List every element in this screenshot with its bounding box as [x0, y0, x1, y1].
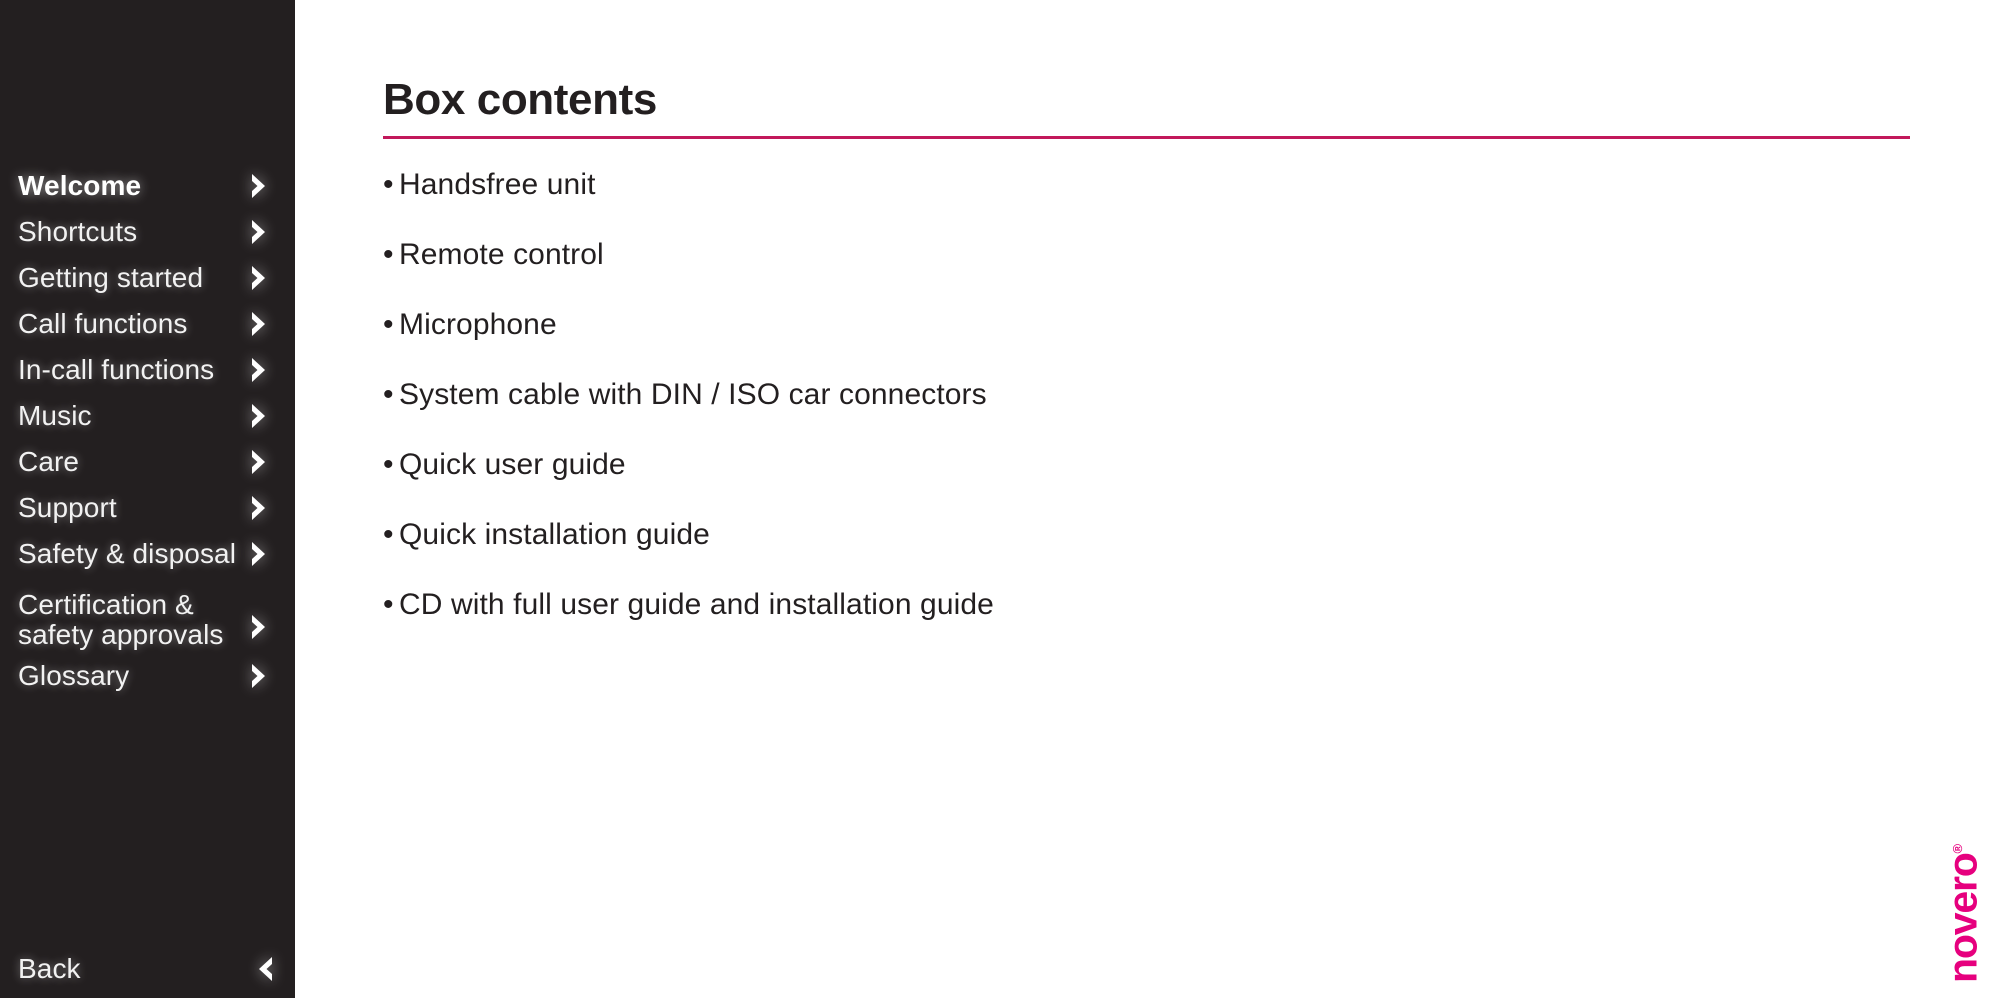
list-item-label: Quick user guide: [399, 448, 626, 481]
bullet-icon: •: [383, 168, 394, 201]
chevron-left-icon: [259, 957, 272, 981]
novero-logo: novero®: [1939, 832, 1986, 996]
chevron-right-icon: [252, 496, 265, 520]
sidebar-item-label: Shortcuts: [18, 215, 138, 247]
sidebar-item-music[interactable]: Music: [0, 393, 295, 439]
chevron-right-icon: [252, 664, 265, 688]
sidebar-item-label: Support: [18, 491, 117, 523]
sidebar-item-support[interactable]: Support: [0, 485, 295, 531]
sidebar-item-back[interactable]: Back: [0, 946, 295, 992]
sidebar-item-label: Getting started: [18, 261, 204, 293]
document-page: Welcome Shortcuts Getting started Call func…: [0, 0, 1990, 1004]
list-item-label: CD with full user guide and installation…: [399, 588, 994, 621]
chevron-right-icon: [252, 312, 265, 336]
sidebar-item-glossary[interactable]: Glossary: [0, 653, 295, 699]
chevron-right-icon: [252, 615, 265, 639]
sidebar-item-safety-disposal[interactable]: Safety & disposal: [0, 531, 295, 577]
sidebar-item-care[interactable]: Care: [0, 439, 295, 485]
chevron-right-icon: [252, 542, 265, 566]
bullet-icon: •: [383, 518, 394, 551]
chevron-right-icon: [252, 450, 265, 474]
chevron-right-icon: [252, 266, 265, 290]
sidebar-menu: Welcome Shortcuts Getting started Call func…: [0, 163, 295, 699]
chevron-right-icon: [252, 404, 265, 428]
sidebar-item-label: In-call functions: [18, 353, 215, 385]
sidebar-item-label: Call functions: [18, 307, 188, 339]
sidebar-item-welcome[interactable]: Welcome: [0, 163, 295, 209]
sidebar-item-label: Care: [18, 445, 80, 477]
sidebar-item-getting-started[interactable]: Getting started: [0, 255, 295, 301]
list-item-label: Microphone: [399, 308, 557, 341]
list-item: • Remote control: [383, 240, 1883, 270]
bullet-icon: •: [383, 378, 394, 411]
bullet-icon: •: [383, 238, 394, 271]
list-item: • CD with full user guide and installatio…: [383, 590, 1883, 620]
sidebar-navigation: Welcome Shortcuts Getting started Call func…: [0, 0, 295, 998]
chevron-right-icon: [252, 358, 265, 382]
sidebar-item-label: Certification & safety approvals: [18, 588, 224, 650]
bullet-icon: •: [383, 448, 394, 481]
novero-logo-text: novero®: [1939, 845, 1986, 983]
sidebar-item-call-functions[interactable]: Call functions: [0, 301, 295, 347]
list-item: • Quick user guide: [383, 450, 1883, 480]
list-item: • Handsfree unit: [383, 170, 1883, 200]
list-item-label: Quick installation guide: [399, 518, 710, 551]
sidebar-item-label: Safety & disposal: [18, 537, 237, 569]
content-area: Box contents • Handsfree unit • Remote cont…: [295, 0, 1990, 1004]
bullet-icon: •: [383, 588, 394, 621]
sidebar-item-label-back: Back: [18, 952, 81, 984]
chevron-right-icon: [252, 220, 265, 244]
sidebar-item-label: Welcome: [18, 169, 142, 201]
sidebar-item-certification-safety-approvals[interactable]: Certification & safety approvals: [0, 577, 295, 653]
page-title: Box contents: [383, 75, 657, 124]
title-underline-rule: [383, 136, 1910, 139]
bullet-icon: •: [383, 308, 394, 341]
sidebar-item-in-call-functions[interactable]: In-call functions: [0, 347, 295, 393]
box-contents-list: • Handsfree unit • Remote control • Microphon…: [383, 170, 1883, 660]
list-item-label: Remote control: [399, 238, 604, 271]
list-item: • Microphone: [383, 310, 1883, 340]
registered-trademark-icon: ®: [1949, 845, 1965, 854]
sidebar-item-label: Glossary: [18, 659, 130, 691]
list-item: • System cable with DIN / ISO car connect…: [383, 380, 1883, 410]
chevron-right-icon: [252, 174, 265, 198]
sidebar-item-label: Music: [18, 399, 92, 431]
sidebar-item-shortcuts[interactable]: Shortcuts: [0, 209, 295, 255]
list-item-label: Handsfree unit: [399, 168, 596, 201]
list-item: • Quick installation guide: [383, 520, 1883, 550]
list-item-label: System cable with DIN / ISO car connecto…: [399, 378, 987, 411]
